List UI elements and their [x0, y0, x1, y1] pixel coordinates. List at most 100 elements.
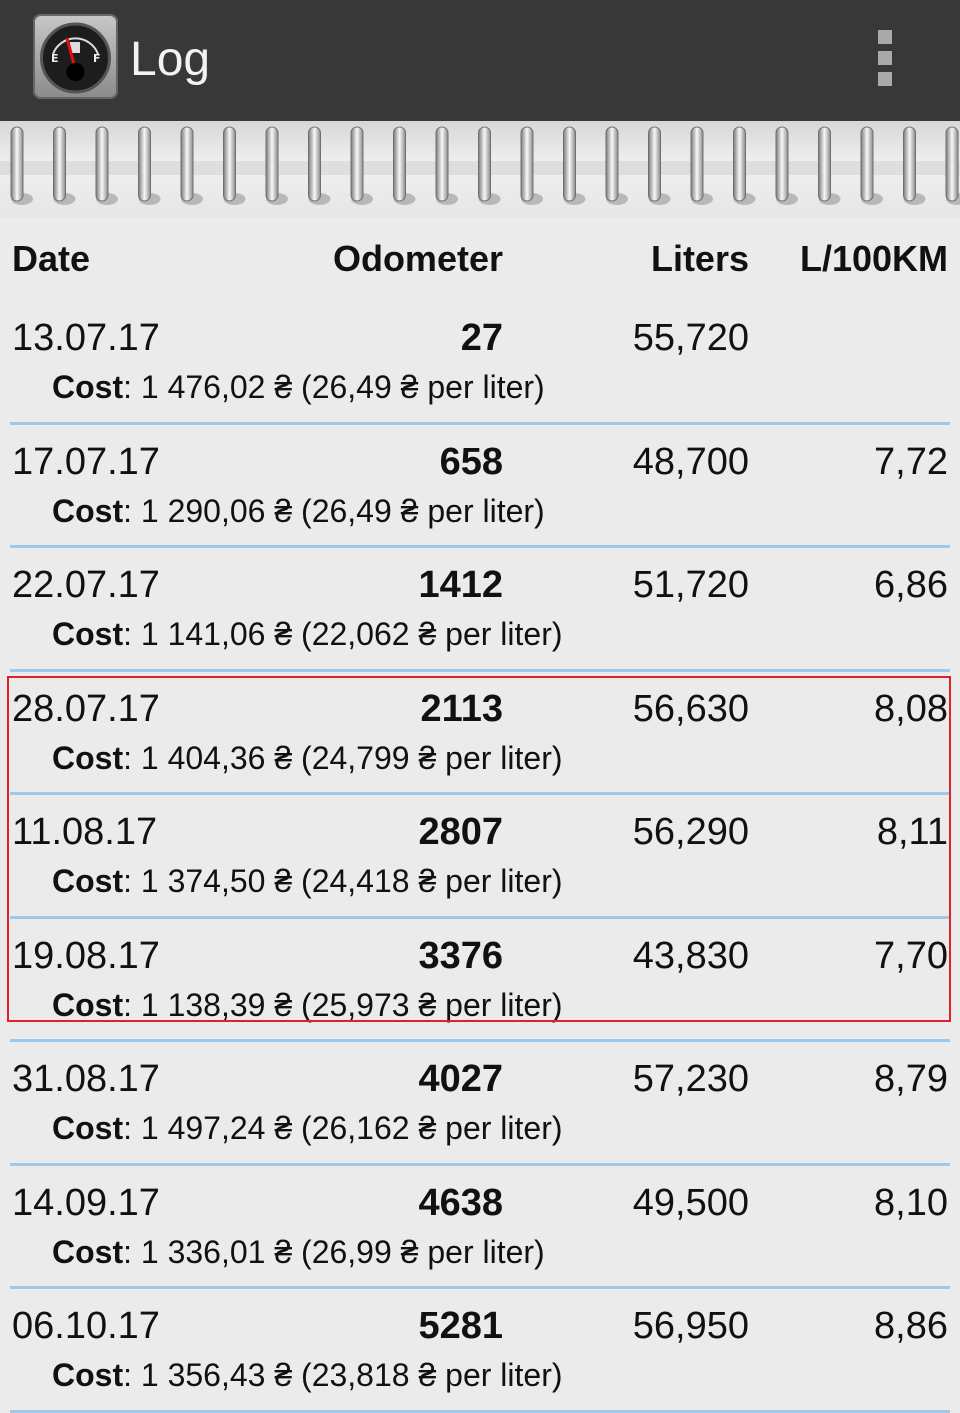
- entry-consumption: 7,70: [874, 934, 948, 977]
- entry-liters: 51,720: [632, 564, 749, 606]
- column-header-date[interactable]: Date: [12, 238, 90, 280]
- entry-odometer: 5281: [418, 1305, 503, 1347]
- cost-value: : 1 374,50 ₴ (24,418 ₴ per liter): [123, 863, 563, 899]
- entry-date: 14.09.17: [12, 1181, 160, 1224]
- entry-liters: 43,830: [632, 934, 749, 977]
- log-entry[interactable]: 11.08.17 2807 56,290 8,11 Cost: 1 374,50…: [0, 795, 960, 919]
- cost-value: : 1 356,43 ₴ (23,818 ₴ per liter): [123, 1357, 563, 1393]
- column-header-liters[interactable]: Liters: [651, 238, 749, 280]
- fuel-gauge-icon[interactable]: E F: [33, 14, 118, 99]
- entry-consumption: 8,86: [874, 1305, 948, 1347]
- binding-ring: [690, 126, 704, 202]
- entry-date: 28.07.17: [12, 687, 160, 730]
- log-entry[interactable]: 28.07.17 2113 56,630 8,08 Cost: 1 404,36…: [0, 672, 960, 795]
- log-entry[interactable]: 17.07.17 658 48,700 7,72 Cost: 1 290,06 …: [0, 425, 960, 548]
- binding-ring: [350, 126, 364, 202]
- binding-ring: [53, 126, 66, 202]
- cost-label: Cost: [52, 616, 124, 652]
- entry-odometer: 658: [439, 440, 503, 483]
- entry-date: 11.08.17: [12, 811, 158, 853]
- entry-cost: Cost: 1 138,39 ₴ (25,973 ₴ per liter): [52, 987, 563, 1024]
- binding-ring: [648, 126, 661, 202]
- entry-consumption: 8,79: [874, 1058, 948, 1100]
- binding-ring: [138, 126, 151, 202]
- entry-date: 13.07.17: [12, 317, 160, 359]
- app-bar: E F Log: [0, 0, 960, 121]
- entry-liters: 56,290: [632, 811, 749, 853]
- entry-odometer: 4027: [418, 1058, 503, 1100]
- log-entry[interactable]: 06.10.17 5281 56,950 8,86 Cost: 1 356,43…: [0, 1289, 960, 1413]
- entry-liters: 55,720: [632, 317, 749, 359]
- binding-ring: [223, 126, 236, 202]
- cost-value: : 1 497,24 ₴ (26,162 ₴ per liter): [123, 1110, 563, 1146]
- binding-ring: [818, 126, 831, 202]
- entry-odometer: 3376: [418, 934, 503, 977]
- entry-odometer: 1412: [418, 564, 503, 606]
- overflow-menu-icon[interactable]: [866, 26, 906, 90]
- svg-text:E: E: [51, 52, 59, 65]
- entry-consumption: 8,11: [876, 811, 948, 853]
- entry-date: 19.08.17: [12, 934, 160, 977]
- entry-odometer: 2113: [420, 687, 503, 730]
- entry-date: 06.10.17: [12, 1305, 160, 1347]
- entry-liters: 56,950: [632, 1305, 749, 1347]
- cost-value: : 1 336,01 ₴ (26,99 ₴ per liter): [123, 1233, 545, 1270]
- binding-ring: [10, 126, 24, 202]
- cost-label: Cost: [52, 1357, 124, 1393]
- binding-ring: [903, 126, 916, 202]
- cost-label: Cost: [52, 863, 124, 899]
- binding-ring: [393, 126, 406, 202]
- entry-consumption: 8,10: [874, 1181, 948, 1224]
- binding-ring: [563, 126, 576, 202]
- binding-ring: [308, 126, 321, 202]
- entry-cost: Cost: 1 141,06 ₴ (22,062 ₴ per liter): [52, 616, 563, 653]
- log-entry[interactable]: 22.07.17 1412 51,720 6,86 Cost: 1 141,06…: [0, 548, 960, 672]
- binding-ring: [95, 126, 109, 202]
- notebook-spiral-binding: [0, 121, 960, 217]
- binding-ring: [860, 126, 874, 202]
- log-entry[interactable]: 31.08.17 4027 57,230 8,79 Cost: 1 497,24…: [0, 1042, 960, 1166]
- cost-value: : 1 476,02 ₴ (26,49 ₴ per liter): [123, 369, 545, 405]
- column-header-row: Date Odometer Liters L/100KM: [0, 232, 960, 284]
- binding-ring: [478, 126, 491, 202]
- log-entry[interactable]: 13.07.17 27 55,720 Cost: 1 476,02 ₴ (26,…: [0, 301, 960, 425]
- cost-label: Cost: [52, 1233, 124, 1270]
- entry-cost: Cost: 1 356,43 ₴ (23,818 ₴ per liter): [52, 1357, 563, 1394]
- log-entry[interactable]: 14.09.17 4638 49,500 8,10 Cost: 1 336,01…: [0, 1166, 960, 1289]
- binding-ring: [180, 126, 194, 202]
- entry-cost: Cost: 1 290,06 ₴ (26,49 ₴ per liter): [52, 493, 545, 530]
- cost-value: : 1 141,06 ₴ (22,062 ₴ per liter): [123, 616, 563, 652]
- entry-odometer: 27: [460, 317, 503, 359]
- entry-consumption: 7,72: [874, 440, 948, 483]
- binding-ring: [605, 126, 619, 202]
- entry-liters: 56,630: [632, 687, 749, 730]
- entry-date: 17.07.17: [12, 440, 160, 483]
- entry-odometer: 4638: [418, 1181, 503, 1224]
- cost-value: : 1 404,36 ₴ (24,799 ₴ per liter): [123, 739, 563, 776]
- cost-label: Cost: [52, 739, 124, 776]
- entry-liters: 57,230: [632, 1058, 749, 1100]
- binding-ring: [520, 126, 534, 202]
- binding-ring: [435, 126, 449, 202]
- entry-cost: Cost: 1 404,36 ₴ (24,799 ₴ per liter): [52, 740, 563, 777]
- log-entry[interactable]: 19.08.17 3376 43,830 7,70 Cost: 1 138,39…: [0, 919, 960, 1042]
- column-header-consumption[interactable]: L/100KM: [800, 238, 948, 280]
- entry-date: 22.07.17: [12, 564, 160, 606]
- entry-consumption: 6,86: [874, 564, 948, 606]
- svg-text:F: F: [93, 52, 101, 65]
- entry-cost: Cost: 1 336,01 ₴ (26,99 ₴ per liter): [52, 1234, 545, 1271]
- binding-ring: [733, 126, 746, 202]
- entry-consumption: 8,08: [874, 687, 948, 730]
- binding-ring: [775, 126, 789, 202]
- column-header-odometer[interactable]: Odometer: [333, 238, 503, 280]
- divider: [10, 1409, 950, 1413]
- cost-value: : 1 290,06 ₴ (26,49 ₴ per liter): [123, 492, 545, 529]
- entry-liters: 49,500: [632, 1181, 749, 1224]
- binding-ring: [265, 126, 279, 202]
- entry-liters: 48,700: [632, 440, 749, 483]
- app-title: Log: [130, 33, 211, 86]
- cost-label: Cost: [52, 1110, 124, 1146]
- cost-label: Cost: [52, 492, 124, 529]
- binding-ring: [945, 126, 959, 202]
- entry-odometer: 2807: [418, 811, 503, 853]
